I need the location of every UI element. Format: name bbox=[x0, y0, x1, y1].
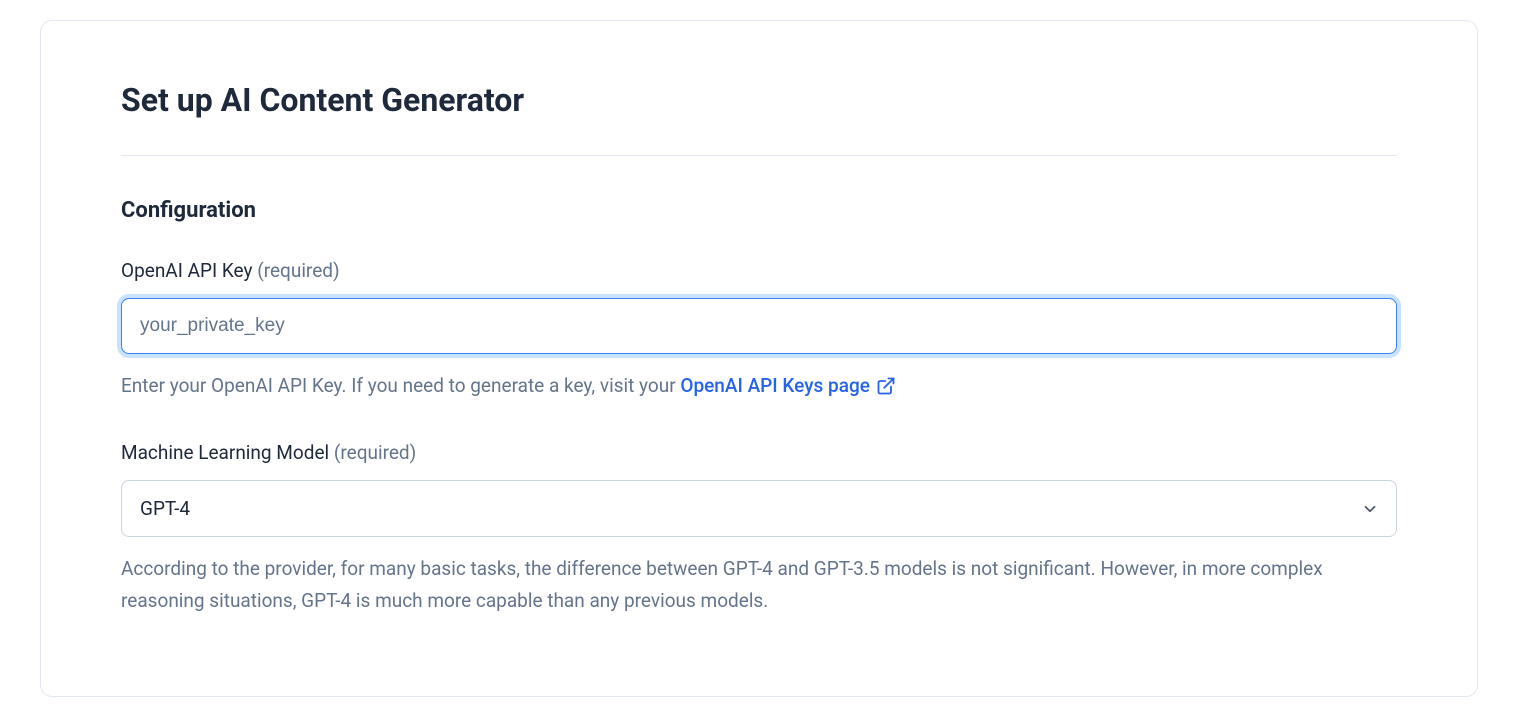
openai-keys-link[interactable]: OpenAI API Keys page bbox=[680, 370, 896, 401]
field-model: Machine Learning Model (required) GPT-4 … bbox=[121, 441, 1397, 616]
openai-keys-link-text: OpenAI API Keys page bbox=[680, 370, 870, 401]
api-key-helper: Enter your OpenAI API Key. If you need t… bbox=[121, 370, 1397, 401]
field-api-key: OpenAI API Key (required) Enter your Ope… bbox=[121, 259, 1397, 401]
model-label: Machine Learning Model (required) bbox=[121, 441, 1397, 464]
section-title: Configuration bbox=[121, 198, 1397, 223]
api-key-required-text: (required) bbox=[257, 259, 339, 282]
page-title: Set up AI Content Generator bbox=[121, 81, 1397, 119]
model-select-wrapper: GPT-4 bbox=[121, 480, 1397, 537]
model-required-text: (required) bbox=[334, 441, 416, 464]
setup-card: Set up AI Content Generator Configuratio… bbox=[40, 20, 1478, 697]
api-key-label-text: OpenAI API Key bbox=[121, 259, 252, 282]
model-helper: According to the provider, for many basi… bbox=[121, 553, 1397, 616]
external-link-icon bbox=[876, 376, 896, 396]
model-select[interactable]: GPT-4 bbox=[121, 480, 1397, 537]
model-label-text: Machine Learning Model bbox=[121, 441, 329, 464]
api-key-helper-prefix: Enter your OpenAI API Key. If you need t… bbox=[121, 374, 680, 397]
api-key-input[interactable] bbox=[121, 298, 1397, 354]
divider bbox=[121, 155, 1397, 156]
api-key-label: OpenAI API Key (required) bbox=[121, 259, 1397, 282]
